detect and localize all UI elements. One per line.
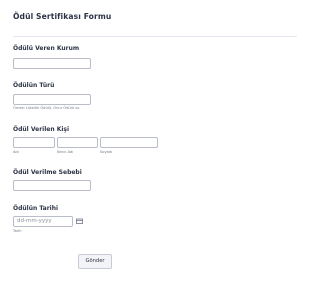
awarding-org-label: Ödülü Veren Kurum xyxy=(13,45,80,52)
middle-name-input[interactable] xyxy=(57,137,98,148)
award-type-input[interactable] xyxy=(13,94,91,105)
award-date-label: Ödülün Tarihi xyxy=(13,205,59,212)
calendar-icon[interactable] xyxy=(76,218,83,224)
award-date-input[interactable]: dd-mm-yyyy xyxy=(13,216,73,227)
last-name-input[interactable] xyxy=(100,137,158,148)
middle-name-sublabel: İkinci Adı xyxy=(57,150,74,154)
recipient-label: Ödül Verilen Kişi xyxy=(13,126,70,133)
award-type-hint: Örnek: Liderlik Ödülü, Onur Ödülü vs. xyxy=(13,106,81,110)
submit-button[interactable]: Gönder xyxy=(78,254,112,269)
reason-input[interactable] xyxy=(13,180,91,191)
reason-label: Ödül Verilme Sebebi xyxy=(13,169,82,176)
award-type-label: Ödülün Türü xyxy=(13,82,55,89)
last-name-sublabel: Soyadı xyxy=(100,150,113,154)
first-name-input[interactable] xyxy=(13,137,55,148)
form-title: Ödül Sertifikası Formu xyxy=(13,12,112,21)
award-date-sublabel: Tarih xyxy=(13,229,22,233)
header-divider xyxy=(13,36,297,37)
first-name-sublabel: Adı xyxy=(13,150,19,154)
awarding-org-input[interactable] xyxy=(13,58,91,69)
